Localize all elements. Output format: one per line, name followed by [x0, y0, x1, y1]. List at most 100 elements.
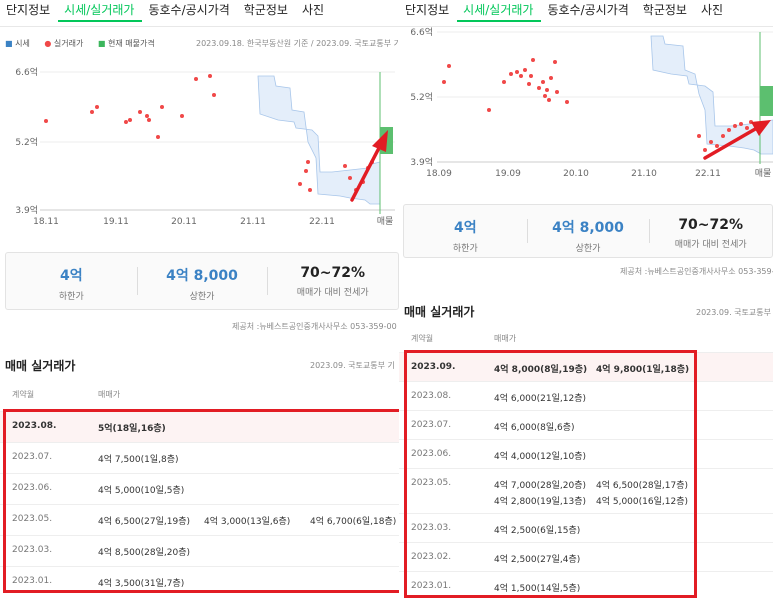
trade-dot — [553, 60, 557, 64]
trade-dot — [128, 118, 132, 122]
trade-row[interactable]: 2023.05. 4억 7,000(28일,20층) 4억 6,500(28일,17… — [399, 468, 773, 514]
trade-row[interactable]: 2023.06. 4억 4,000(12일,10층) — [399, 439, 773, 469]
trade-dot — [304, 169, 308, 173]
price-chart[interactable]: 6.6억 5.2억 3.9억 18.11 19.11 20.11 21.11 2… — [0, 54, 401, 229]
trade-dot — [502, 80, 506, 84]
stat-jeonse-ratio: 70~72% 매매가 대비 전세가 — [267, 253, 398, 309]
trade-dot — [721, 134, 725, 138]
provider-info: 제공처 :뉴베스트공인중개사사무소 053-359-00 — [620, 267, 773, 276]
trade-dot — [308, 188, 312, 192]
trade-dot — [697, 134, 701, 138]
y-tick-label: 6.6억 — [15, 66, 38, 78]
trade-dot — [549, 76, 553, 80]
trade-price: 4억 2,800(19일,13층) — [494, 497, 586, 507]
trade-price: 4억 4,000(12일,10층) — [494, 452, 586, 462]
trade-dot — [531, 58, 535, 62]
trade-dot — [124, 120, 128, 124]
trade-dot — [298, 182, 302, 186]
trade-dot — [555, 90, 559, 94]
tab-bar: 단지정보 시세/실거래가 동호수/공시가격 학군정보 사진 — [399, 0, 773, 27]
trade-row[interactable]: 2023.07. 4억 7,500(1일,8층) — [0, 442, 401, 474]
tab-complex-info[interactable]: 단지정보 — [399, 0, 457, 26]
trade-row[interactable]: 2023.03. 4억 2,500(6일,15층) — [399, 513, 773, 543]
trade-price: 4억 6,500(28일,17층) — [596, 481, 688, 491]
trade-dot — [145, 114, 149, 118]
col-price: 매매가 — [98, 390, 121, 399]
trade-dot — [343, 164, 347, 168]
trade-row[interactable]: 2023.02. 4억 2,500(27일,4층) — [399, 542, 773, 572]
tab-school-info[interactable]: 학군정보 — [238, 0, 296, 26]
trade-row[interactable]: 2023.06. 4억 5,000(10일,5층) — [0, 473, 401, 505]
y-tick-label: 6.6억 — [410, 26, 433, 38]
trade-date: 2023.01. — [411, 581, 452, 591]
price-chart[interactable]: 6.6억 5.2억 3.9억 18.09 19.09 20.10 21.10 2… — [399, 24, 773, 184]
trade-dot — [745, 126, 749, 130]
trade-row[interactable]: 2023.05. 4억 6,500(27일,19층) 4억 3,000(13일,6층… — [0, 504, 401, 536]
trade-dot — [527, 82, 531, 86]
trade-dot — [709, 140, 713, 144]
stat-upper: 4억 8,000 상한가 — [136, 253, 268, 309]
tab-unit-public-price[interactable]: 동호수/공시가격 — [541, 0, 636, 26]
left-panel: 단지정보 시세/실거래가 동호수/공시가격 학군정보 사진 ■ 시세 ● 실거래… — [0, 0, 401, 599]
col-date: 계약월 — [12, 390, 35, 399]
col-date: 계약월 — [411, 334, 434, 343]
trade-date: 2023.07. — [12, 452, 53, 462]
tab-photos[interactable]: 사진 — [296, 0, 332, 26]
trade-row[interactable]: 2023.09. 4억 8,000(8일,19층) 4억 9,800(1일,18층) — [399, 352, 773, 382]
stat-lower: 4억 하한가 — [452, 220, 478, 254]
trade-row[interactable]: 2023.08. 4억 6,000(21일,12층) — [399, 381, 773, 411]
trades-source: 2023.09. 국토교통부 기 — [696, 308, 773, 317]
trade-price: 4억 8,500(28일,20층) — [98, 548, 190, 558]
trade-dot — [194, 77, 198, 81]
trade-date: 2023.05. — [411, 478, 452, 488]
trade-dot — [543, 94, 547, 98]
trade-price: 5억(18일,16층) — [98, 424, 166, 434]
tab-price-trades[interactable]: 시세/실거래가 — [457, 0, 542, 22]
trade-dot — [147, 118, 151, 122]
x-tick-label: 20.11 — [171, 217, 197, 227]
trade-date: 2023.07. — [411, 420, 452, 430]
trade-date: 2023.08. — [12, 421, 57, 431]
trade-dot — [447, 64, 451, 68]
trade-price: 4억 2,500(6일,15층) — [494, 526, 581, 536]
x-tick-label: 매물 — [377, 216, 394, 227]
trade-dot — [565, 100, 569, 104]
trade-date: 2023.03. — [411, 523, 452, 533]
y-tick-label: 3.9억 — [15, 204, 38, 216]
chart-source: 2023.09.18. 한국부동산원 기준 / 2023.09. 국토교통부 기 — [196, 39, 401, 48]
x-tick-label: 21.10 — [631, 169, 657, 179]
trade-date: 2023.01. — [12, 576, 53, 586]
trade-row[interactable]: 2023.01. 4억 1,500(14일,5층) — [399, 571, 773, 599]
trade-row[interactable]: 2023.03. 4억 8,500(28일,20층) — [0, 535, 401, 567]
trades-source: 2023.09. 국토교통부 기 — [310, 361, 395, 370]
trade-price: 4억 8,000(8일,19층) — [494, 365, 588, 375]
x-tick-label: 19.11 — [103, 217, 129, 227]
trade-row[interactable]: 2023.07. 4억 6,000(8일,6층) — [399, 410, 773, 440]
x-tick-label: 매물 — [755, 168, 772, 179]
price-stats: 4억 하한가 4억 8,000 상한가 70~72% 매매가 대비 전세가 — [5, 252, 399, 310]
trade-price: 4억 1,500(14일,5층) — [494, 584, 581, 594]
legend-market-price: ■ 시세 — [5, 39, 30, 48]
trade-date: 2023.08. — [411, 391, 452, 401]
trade-dot — [156, 135, 160, 139]
tab-complex-info[interactable]: 단지정보 — [0, 0, 58, 26]
trade-row[interactable]: 2023.08. 5억(18일,16층) — [0, 411, 401, 443]
tab-photos[interactable]: 사진 — [695, 0, 731, 26]
tab-price-trades[interactable]: 시세/실거래가 — [58, 0, 143, 22]
chart-legend: ■ 시세 ● 실거래가 ■ 현재 매물가격 — [5, 38, 167, 49]
y-tick-label: 5.2억 — [410, 91, 433, 103]
trade-date: 2023.06. — [12, 483, 53, 493]
provider-info: 제공처 :뉴베스트공인중개사사무소 053-359-00 — [232, 322, 397, 331]
tab-school-info[interactable]: 학군정보 — [637, 0, 695, 26]
trade-dot — [212, 93, 216, 97]
trade-row[interactable]: 2023.01. 4억 3,500(31일,7층) — [0, 566, 401, 598]
trade-dot — [715, 144, 719, 148]
trade-price: 4억 6,000(21일,12층) — [494, 394, 586, 404]
trade-dot — [519, 74, 523, 78]
trade-dot — [208, 74, 212, 78]
tab-unit-public-price[interactable]: 동호수/공시가격 — [142, 0, 237, 26]
trade-dot — [487, 108, 491, 112]
trade-price: 4억 6,500(27일,19층) — [98, 517, 190, 527]
trade-price: 4억 6,000(8일,6층) — [494, 423, 575, 433]
y-tick-label: 3.9억 — [410, 156, 433, 168]
